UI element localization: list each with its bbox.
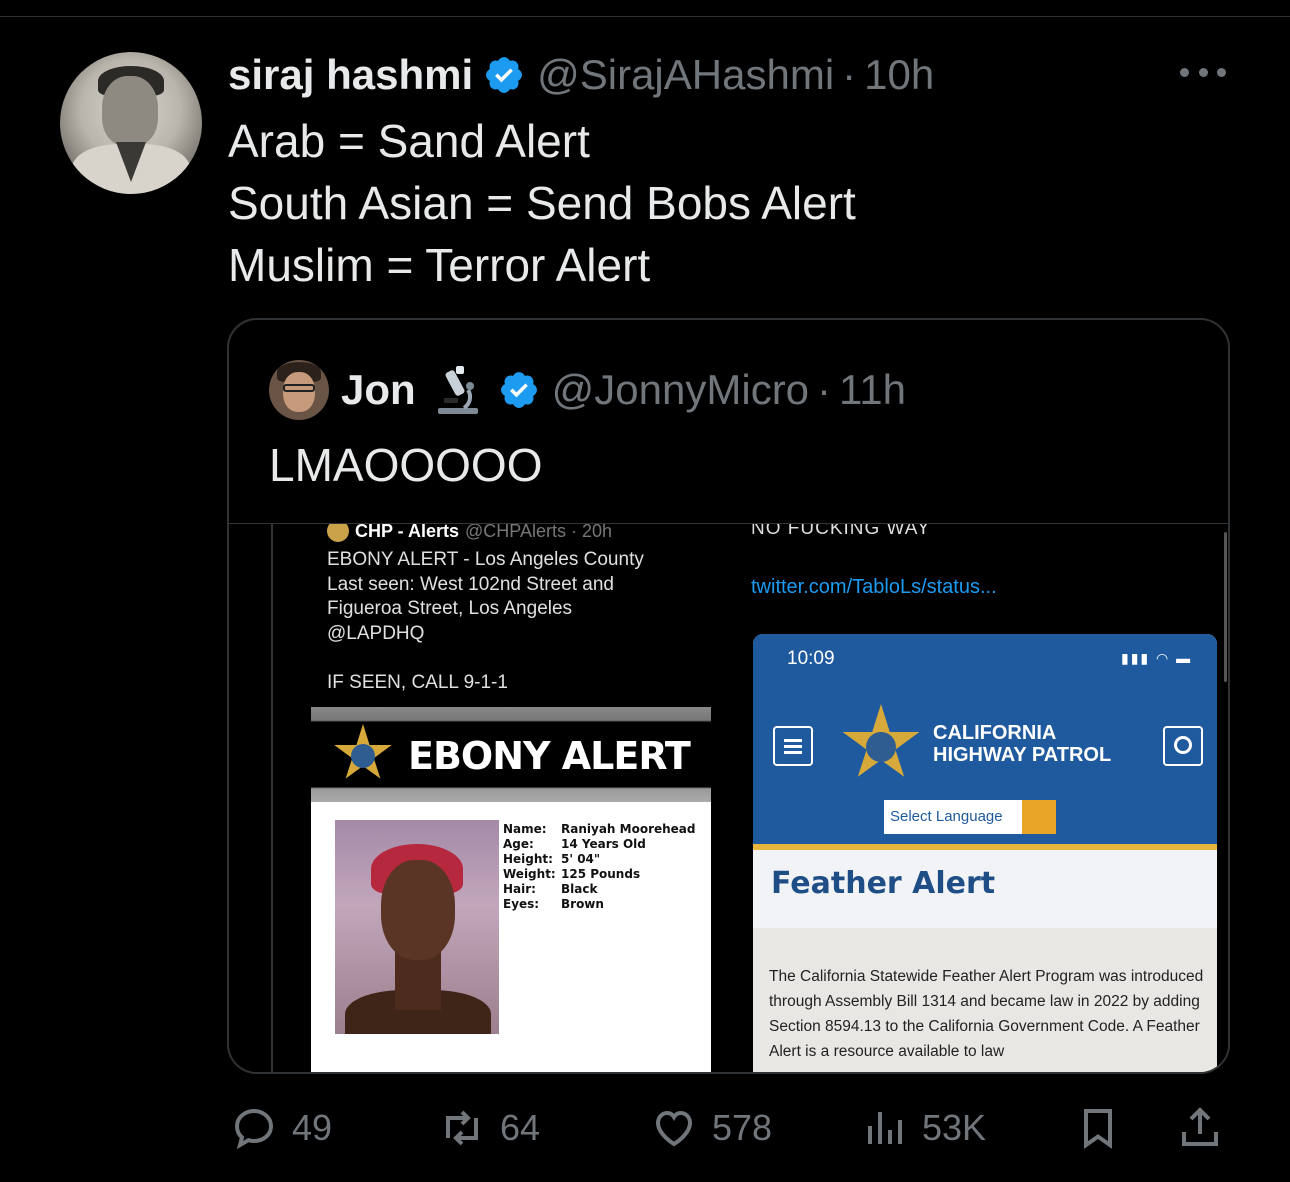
chp-logo-icon [327,524,349,542]
chp-line: Figueroa Street, Los Angeles [327,598,573,619]
author-avatar[interactable] [60,52,202,194]
retweet-button[interactable]: 64 [438,1100,540,1156]
views-count: 53K [922,1107,987,1148]
bookmark-icon [1084,1109,1112,1149]
more-icon[interactable] [1180,60,1226,84]
tweet-time[interactable]: 10h [864,51,934,99]
chp-line: EBONY ALERT - Los Angeles County [327,549,644,570]
share-icon [1182,1107,1218,1146]
missing-person-info: Name: Raniyah Moorehead Age: 14 Years Old … [503,822,696,911]
author-name[interactable]: siraj hashmi [228,51,473,99]
tweet-text: Arab = Sand Alert South Asian = Send Bob… [228,110,856,296]
quoted-tweet[interactable]: Jon @JonnyMicro · 11h LMAOOOOO CHP - Ale… [227,318,1230,1074]
menu-icon [773,726,813,766]
embedded-scrollbar [1224,532,1227,682]
share-button[interactable] [1176,1100,1224,1156]
quoted-tweet-text: LMAOOOOO [269,439,543,491]
phone-time: 10:09 [787,648,835,669]
like-icon [655,1110,693,1147]
author-handle[interactable]: @SirajAHashmi [537,51,834,99]
phone-status-icons: ▮▮▮ ◠ ▬ [1121,650,1193,666]
feather-alert-heading: Feather Alert [771,866,996,901]
chp-line: @LAPDHQ [327,622,425,644]
like-button[interactable]: 578 [650,1100,772,1156]
chp-site-title: CALIFORNIA HIGHWAY PATROL [933,722,1112,766]
reply-button[interactable]: 49 [230,1100,332,1156]
quoted-author-name[interactable]: Jon [341,366,416,414]
reply-icon [234,1108,274,1150]
verified-badge-icon [486,57,523,93]
tweet-line: Arab = Sand Alert [228,115,590,167]
embedded-link: twitter.com/TabloLs/status... [751,576,997,598]
missing-person-poster: Name: Raniyah Moorehead Age: 14 Years Old … [311,802,711,1072]
chp-if-seen: IF SEEN, CALL 9-1-1 [327,672,508,693]
reply-count: 49 [292,1107,333,1148]
retweet-count: 64 [500,1107,541,1148]
tweet-header: siraj hashmi @SirajAHashmi · 10h [228,50,934,100]
embedded-caption: NO FUCKING WAY [751,524,931,539]
quoted-tweet-time[interactable]: 11h [839,366,906,414]
tweet-line: Muslim = Terror Alert [228,239,651,291]
chevron-down-icon [1022,800,1056,834]
feather-alert-screenshot: NO FUCKING WAY twitter.com/TabloLs/statu… [729,524,1228,1072]
feather-alert-body: The California Statewide Feather Alert P… [769,968,1204,1060]
search-icon [1163,726,1203,766]
views-icon [868,1112,902,1144]
quoted-media-image[interactable]: CHP - Alerts @CHPAlerts · 20h EBONY ALER… [229,524,1228,1072]
retweet-icon [446,1110,478,1146]
chp-account-row: CHP - Alerts @CHPAlerts · 20h [327,524,612,542]
separator-dot: · [817,366,832,413]
separator-dot: · [842,51,857,98]
chp-website-screenshot: 10:09 ▮▮▮ ◠ ▬ CALIFORNIA HIGHWAY PATROL … [753,634,1217,1072]
tweet-actions: 49 64 578 53K [0,1100,1290,1156]
verified-badge-icon [500,372,537,408]
quoted-author-handle[interactable]: @JonnyMicro [552,366,809,414]
chp-account-name: CHP - Alerts [355,524,460,541]
top-divider [0,16,1290,17]
views-button[interactable]: 53K [860,1100,986,1156]
quoted-author-avatar[interactable] [269,360,329,420]
microscope-icon [437,366,478,414]
language-select: Select Language [884,800,1056,834]
ebony-alert-screenshot: CHP - Alerts @CHPAlerts · 20h EBONY ALER… [271,524,711,1072]
chp-account-handle: @CHPAlerts · 20h [465,524,613,541]
ebony-alert-title: EBONY ALERT [408,734,691,778]
chp-line: Last seen: West 102nd Street and [327,573,614,595]
like-count: 578 [712,1107,773,1148]
missing-person-photo [335,820,499,1034]
chp-alert-text: EBONY ALERT - Los Angeles County Last se… [327,548,644,646]
tweet-line: South Asian = Send Bobs Alert [228,177,856,229]
quoted-tweet-header: Jon @JonnyMicro · 11h [341,364,906,416]
bookmark-button[interactable] [1074,1100,1122,1156]
